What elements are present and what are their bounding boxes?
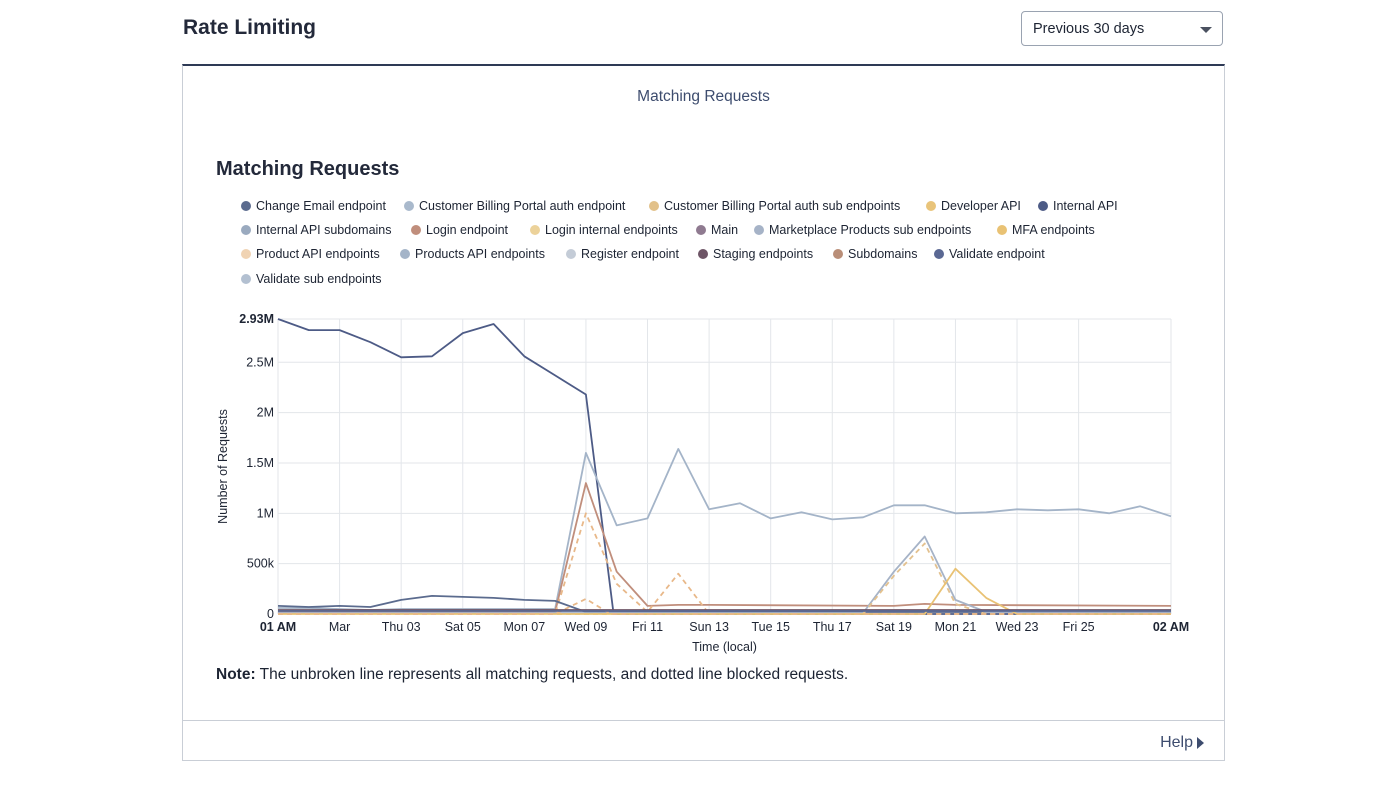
y-tick-label: 0: [267, 607, 274, 621]
legend-label: Login endpoint: [426, 223, 509, 237]
x-tick-label: Tue 15: [751, 620, 790, 634]
legend-item[interactable]: Internal API subdomains: [241, 223, 392, 237]
y-tick-label: 1M: [257, 506, 274, 520]
x-tick-label: Mar: [329, 620, 351, 634]
y-tick-label: 1.5M: [246, 456, 274, 470]
legend-label: Internal API: [1053, 199, 1118, 213]
legend-label: Customer Billing Portal auth endpoint: [419, 199, 626, 213]
date-range-selected-value: Previous 30 days: [1033, 21, 1145, 37]
legend-swatch-icon: [404, 201, 414, 211]
x-tick-label: Fri 25: [1063, 620, 1095, 634]
legend-label: Main: [711, 223, 739, 237]
legend-swatch-icon: [241, 249, 251, 259]
legend-swatch-icon: [698, 249, 708, 259]
note-label: Note:: [216, 666, 256, 683]
x-tick-label: Sat 05: [445, 620, 481, 634]
legend-swatch-icon: [1038, 201, 1048, 211]
legend-item[interactable]: Developer API: [926, 199, 1021, 213]
chart-heading: Matching Requests: [216, 158, 400, 180]
card-footer: Help: [183, 720, 1224, 763]
chart-note: Note: The unbroken line represents all m…: [216, 666, 848, 684]
series-line: [278, 447, 1172, 611]
y-tick-label: 2M: [257, 406, 274, 420]
help-link[interactable]: Help: [1160, 734, 1204, 752]
x-axis-title: Time (local): [692, 640, 757, 654]
legend-label: MFA endpoints: [1012, 223, 1095, 237]
legend-label: Staging endpoints: [713, 247, 814, 261]
x-tick-label: Wed 23: [996, 620, 1039, 634]
line-chart: 0 500k 1M 1.5M 2M 2.5M 2.93M 01 AM Mar Thu 03 Sat …: [216, 312, 1189, 654]
x-tick-label: 01 AM: [260, 620, 296, 634]
x-tick-label: Sun 13: [689, 620, 729, 634]
note-text: The unbroken line represents all matchin…: [255, 666, 849, 683]
y-tick-label: 2.5M: [246, 355, 274, 369]
legend-swatch-icon: [400, 249, 410, 259]
legend-swatch-icon: [997, 225, 1007, 235]
legend-swatch-icon: [241, 225, 251, 235]
x-tick-label: Fri 11: [632, 620, 663, 634]
series-line: [278, 542, 1171, 615]
legend-item[interactable]: Customer Billing Portal auth sub endpoin…: [649, 199, 900, 213]
y-axis-title: Number of Requests: [216, 409, 230, 524]
legend-item[interactable]: Validate sub endpoints: [241, 272, 382, 286]
legend-label: Validate sub endpoints: [256, 272, 382, 286]
legend-label: Register endpoint: [581, 247, 679, 261]
x-tick-label: Wed 09: [565, 620, 608, 634]
legend-swatch-icon: [649, 201, 659, 211]
legend-item[interactable]: Products API endpoints: [400, 247, 545, 261]
legend-item[interactable]: Change Email endpoint: [241, 199, 386, 213]
matching-requests-card: Matching Requests Matching Requests Chan…: [182, 64, 1225, 761]
legend-item[interactable]: Register endpoint: [566, 247, 679, 261]
legend-item[interactable]: Marketplace Products sub endpoints: [754, 223, 971, 237]
legend-item[interactable]: MFA endpoints: [997, 223, 1095, 237]
caret-right-icon: [1197, 737, 1204, 749]
legend-swatch-icon: [241, 274, 251, 284]
x-tick-label: Mon 07: [503, 620, 545, 634]
series-line: [278, 567, 1171, 615]
legend-label: Internal API subdomains: [256, 223, 392, 237]
legend-swatch-icon: [241, 201, 251, 211]
legend-swatch-icon: [934, 249, 944, 259]
y-tick-label: 2.93M: [239, 312, 274, 326]
legend-item[interactable]: Login endpoint: [411, 223, 508, 237]
legend-label: Customer Billing Portal auth sub endpoin…: [664, 199, 901, 213]
legend-swatch-icon: [411, 225, 421, 235]
legend-label: Login internal endpoints: [545, 223, 678, 237]
legend-label: Developer API: [941, 199, 1021, 213]
legend-label: Subdomains: [848, 247, 918, 261]
x-tick-label: Thu 03: [382, 620, 421, 634]
legend-item[interactable]: Subdomains: [833, 247, 918, 261]
help-label: Help: [1160, 734, 1193, 751]
legend-label: Marketplace Products sub endpoints: [769, 223, 972, 237]
y-tick-label: 500k: [247, 557, 275, 571]
legend-label: Change Email endpoint: [256, 199, 386, 213]
series-line: [278, 482, 1172, 613]
legend-swatch-icon: [833, 249, 843, 259]
legend-label: Product API endpoints: [256, 247, 380, 261]
legend-label: Products API endpoints: [415, 247, 545, 261]
legend-item[interactable]: Staging endpoints: [698, 247, 813, 261]
series-line: [278, 535, 1171, 614]
series-line: [277, 318, 1171, 615]
legend-item[interactable]: Product API endpoints: [241, 247, 380, 261]
chevron-down-icon: [1200, 27, 1212, 33]
legend-item[interactable]: Internal API: [1038, 199, 1118, 213]
legend-swatch-icon: [530, 225, 540, 235]
page-title: Rate Limiting: [183, 16, 317, 39]
legend-swatch-icon: [696, 225, 706, 235]
legend-item[interactable]: Main: [696, 223, 738, 237]
legend-swatch-icon: [754, 225, 764, 235]
x-tick-label: Mon 21: [935, 620, 977, 634]
x-tick-label: 02 AM: [1153, 620, 1189, 634]
tab-matching-requests[interactable]: Matching Requests: [183, 88, 1224, 106]
date-range-select[interactable]: Previous 30 days: [1021, 11, 1223, 46]
legend-swatch-icon: [926, 201, 936, 211]
x-tick-label: Thu 17: [813, 620, 852, 634]
legend-swatch-icon: [566, 249, 576, 259]
legend-item[interactable]: Validate endpoint: [934, 247, 1045, 261]
legend-label: Validate endpoint: [949, 247, 1045, 261]
legend-item[interactable]: Customer Billing Portal auth endpoint: [404, 199, 625, 213]
x-tick-label: Sat 19: [876, 620, 912, 634]
legend-item[interactable]: Login internal endpoints: [530, 223, 678, 237]
